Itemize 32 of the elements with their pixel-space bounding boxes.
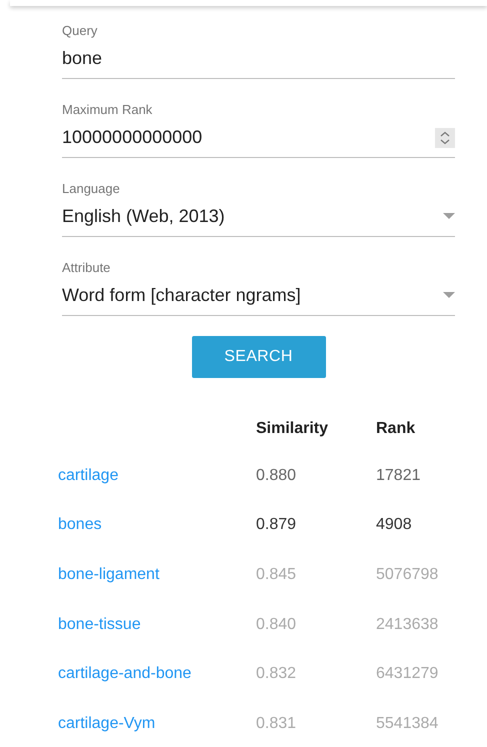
- word-link[interactable]: cartilage: [58, 466, 118, 484]
- field-label: Language: [62, 181, 121, 197]
- word-link[interactable]: bone-ligament: [58, 566, 160, 583]
- field-label: Attribute: [62, 260, 112, 276]
- field-label: Maximum Rank: [62, 102, 154, 118]
- similarity-cell-text: 0.840: [256, 616, 298, 634]
- rank-cell-text: 17821: [376, 466, 422, 485]
- field-label: Query: [62, 23, 98, 39]
- word-link[interactable]: cartilage-and-bone: [58, 665, 192, 682]
- rank-cell-text: 6431279: [376, 665, 440, 684]
- word-link[interactable]: cartilage-Vym: [58, 714, 156, 732]
- word-link[interactable]: bone-tissue: [58, 616, 141, 633]
- similarity-cell-text: 0.845: [256, 566, 298, 584]
- column-header: Similarity: [256, 420, 330, 438]
- caret-icon: [443, 292, 455, 299]
- search-button[interactable]: SEARCH: [192, 336, 326, 378]
- similarity-cell-text: 0.880: [256, 466, 298, 485]
- rank-cell-text: 2413638: [376, 616, 440, 634]
- rank-cell-text: 4908: [376, 516, 413, 534]
- select-field[interactable]: English (Web, 2013): [62, 197, 455, 237]
- similarity-cell-text: 0.831: [256, 714, 298, 733]
- number-field[interactable]: 10000000000000: [62, 118, 455, 158]
- similarity-cell-text: 0.832: [256, 665, 298, 684]
- rank-cell-text: 5076798: [376, 566, 440, 584]
- rank-cell-text: 5541384: [376, 714, 440, 733]
- input-field[interactable]: bone: [62, 39, 455, 79]
- select-field[interactable]: Word form [character ngrams]: [62, 276, 455, 316]
- similarity-cell-text: 0.879: [256, 516, 298, 534]
- word-link[interactable]: bones: [58, 516, 102, 534]
- spinner-icon[interactable]: [435, 128, 455, 148]
- column-header: Rank: [376, 420, 416, 438]
- caret-icon: [443, 213, 455, 220]
